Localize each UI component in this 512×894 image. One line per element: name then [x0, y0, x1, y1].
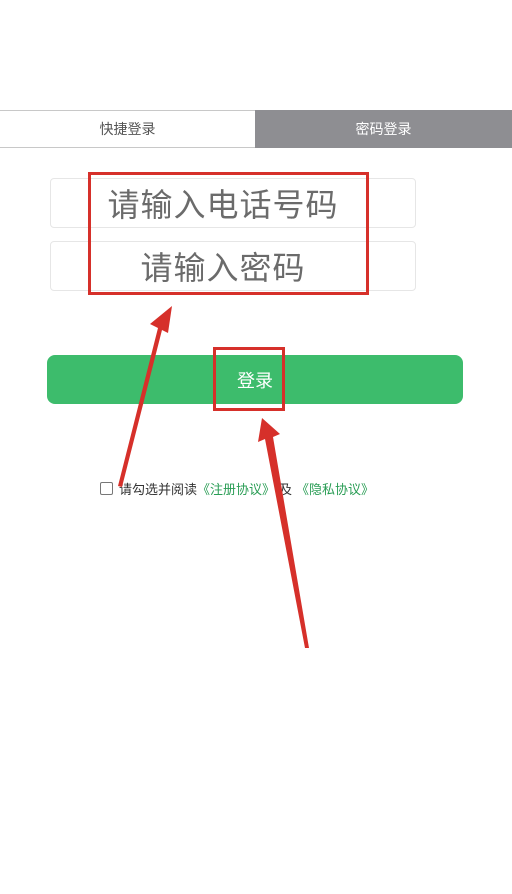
agreement-joiner: 及: [279, 482, 293, 498]
privacy-agreement-link[interactable]: 《隐私协议》: [296, 479, 374, 498]
password-input[interactable]: 请输入密码: [50, 241, 416, 291]
annotation-arrow-right: [258, 418, 309, 648]
login-tabs: 快捷登录 密码登录: [0, 110, 512, 148]
tab-password-login[interactable]: 密码登录: [255, 110, 512, 148]
register-agreement-link[interactable]: 《注册协议》: [197, 479, 275, 498]
agreement-prefix: 请勾选并阅读: [119, 482, 198, 498]
login-button-label: 登录: [237, 370, 273, 392]
agreement-row: 请勾选并阅读 《注册协议》 及 《隐私协议》: [100, 478, 374, 498]
phone-input[interactable]: 请输入电话号码: [50, 178, 416, 228]
password-placeholder: 请输入密码: [140, 249, 306, 287]
tab-quick-login[interactable]: 快捷登录: [0, 110, 255, 148]
agreement-checkbox[interactable]: [100, 481, 113, 495]
phone-placeholder: 请输入电话号码: [107, 186, 339, 224]
login-button[interactable]: 登录: [47, 355, 463, 404]
